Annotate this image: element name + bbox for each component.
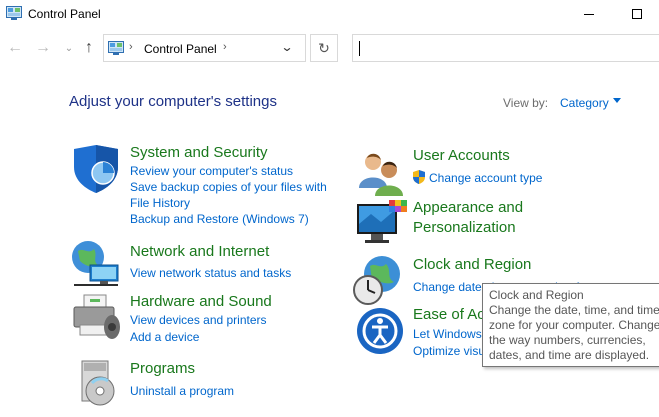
breadcrumb-control-panel[interactable]: Control Panel [144, 42, 217, 56]
maximize-button[interactable] [614, 0, 659, 28]
monitor-palette-icon[interactable] [355, 198, 407, 250]
add-device-link[interactable]: Add a device [130, 329, 199, 345]
hardware-sound-title[interactable]: Hardware and Sound [130, 292, 272, 312]
save-backup-link[interactable]: Save backup copies of your files with [130, 179, 327, 195]
printer-speaker-icon[interactable] [70, 291, 122, 343]
clock-globe-icon[interactable] [352, 254, 404, 306]
uninstall-program-link[interactable]: Uninstall a program [130, 383, 234, 399]
review-status-link[interactable]: Review your computer's status [130, 163, 293, 179]
forward-button[interactable]: → [34, 38, 52, 58]
file-history-link[interactable]: File History [130, 195, 190, 211]
view-by-dropdown[interactable]: Category [560, 96, 609, 110]
maximize-icon [632, 9, 642, 19]
text-caret [359, 41, 360, 56]
backup-restore-link[interactable]: Backup and Restore (Windows 7) [130, 211, 309, 227]
chevron-down-icon: ⌄ [64, 42, 74, 54]
back-button[interactable]: ← [6, 38, 24, 58]
arrow-left-icon: ← [7, 39, 23, 56]
clock-region-title[interactable]: Clock and Region [413, 255, 531, 275]
navigation-bar: ← → ⌄ ↑ › Control Panel › ⌄ ↻ [0, 28, 659, 70]
minimize-button[interactable] [566, 0, 612, 28]
globe-network-icon[interactable] [70, 237, 122, 289]
arrow-right-icon: → [35, 39, 51, 56]
page-title: Adjust your computer's settings [69, 93, 277, 110]
tooltip-body: Change the date, time, and time zone for… [489, 303, 659, 362]
devices-printers-link[interactable]: View devices and printers [130, 312, 267, 328]
user-accounts-title[interactable]: User Accounts [413, 146, 510, 166]
uac-shield-icon [413, 170, 425, 184]
refresh-icon: ↻ [318, 39, 330, 56]
title-bar: Control Panel [0, 0, 659, 28]
window-title: Control Panel [28, 7, 101, 21]
control-panel-icon [108, 41, 124, 55]
breadcrumb-separator-icon[interactable]: › [223, 41, 227, 53]
up-button[interactable]: ↑ [80, 38, 98, 58]
network-internet-title[interactable]: Network and Internet [130, 242, 269, 262]
appearance-title-line1[interactable]: Appearance and [413, 198, 523, 218]
arrow-up-icon: ↑ [85, 39, 93, 56]
refresh-button[interactable]: ↻ [310, 34, 338, 62]
tooltip-title: Clock and Region [489, 288, 584, 302]
appearance-title-line2[interactable]: Personalization [413, 218, 516, 238]
recent-locations-button[interactable]: ⌄ [60, 38, 78, 58]
address-dropdown-icon[interactable]: ⌄ [280, 40, 293, 54]
view-by-label: View by: [503, 96, 549, 110]
shield-icon[interactable] [70, 143, 122, 195]
dropdown-arrow-icon[interactable] [613, 98, 621, 103]
programs-disc-icon[interactable] [72, 357, 124, 409]
control-panel-icon [6, 6, 22, 20]
system-security-title[interactable]: System and Security [130, 143, 268, 163]
search-input[interactable] [352, 34, 659, 62]
network-status-link[interactable]: View network status and tasks [130, 265, 291, 281]
tooltip: Clock and Region Change the date, time, … [482, 283, 659, 367]
users-icon[interactable] [355, 148, 407, 200]
ease-of-access-icon[interactable] [354, 305, 406, 357]
breadcrumb-separator-icon[interactable]: › [129, 41, 133, 53]
programs-title[interactable]: Programs [130, 359, 195, 379]
minimize-icon [584, 13, 594, 15]
change-account-type-link[interactable]: Change account type [429, 170, 542, 186]
address-bar[interactable]: › Control Panel › ⌄ [103, 34, 306, 62]
